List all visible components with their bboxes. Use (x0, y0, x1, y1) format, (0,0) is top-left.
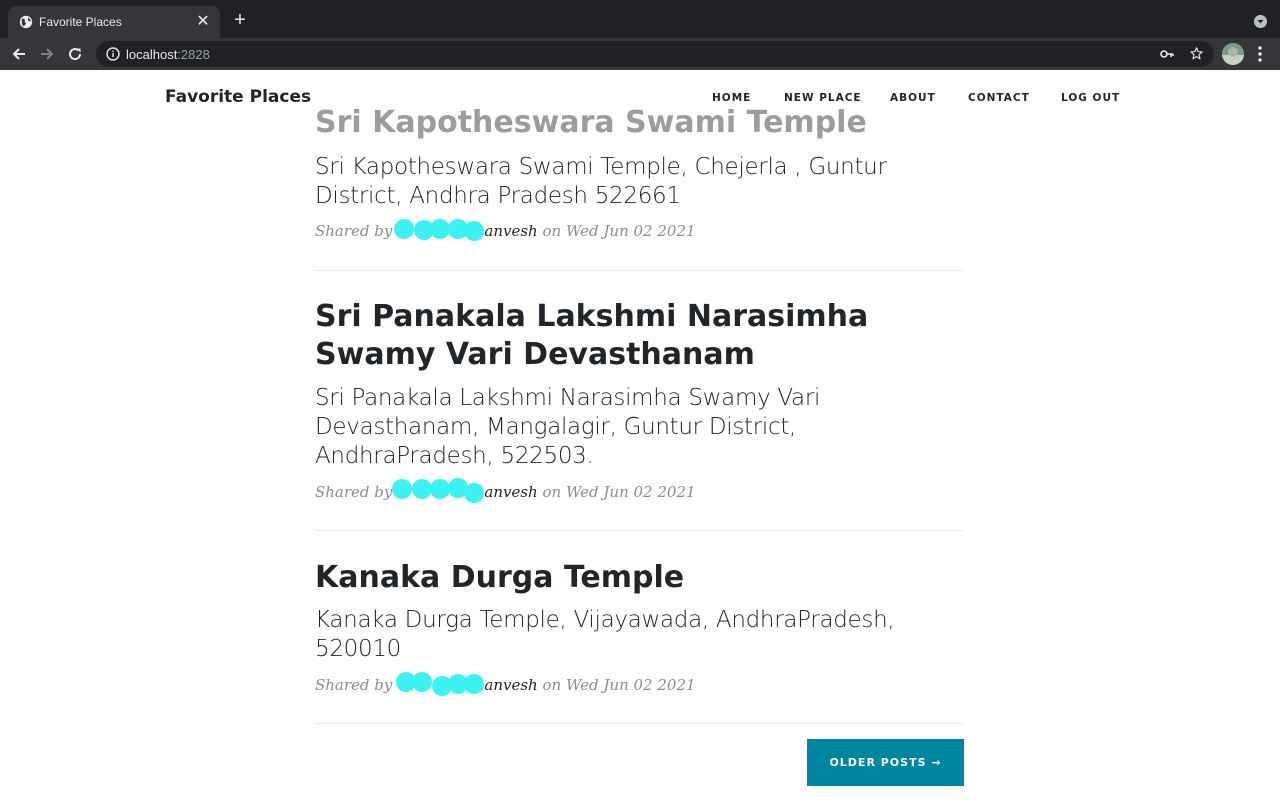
post-title[interactable]: Sri Panakala Lakshmi Narasimha Swamy Var… (315, 298, 875, 374)
profile-avatar[interactable] (1222, 43, 1244, 65)
kebab-menu-icon[interactable] (1252, 45, 1268, 63)
close-icon[interactable]: ✕ (194, 13, 212, 31)
redaction-mark (392, 672, 485, 696)
post-date: Wed Jun 02 2021 (565, 483, 696, 501)
url-text[interactable]: localhost:2828 (126, 47, 210, 62)
plus-icon[interactable]: + (231, 10, 249, 30)
site-navbar: Favorite Places HOME NEW PLACE ABOUT CON… (0, 70, 1280, 130)
info-icon[interactable] (106, 47, 120, 61)
on-label: on (542, 483, 562, 501)
url-port: :2828 (177, 47, 210, 62)
post-subtitle[interactable]: Sri Panakala Lakshmi Narasimha Swamy Var… (315, 384, 915, 471)
on-label: on (542, 222, 562, 240)
avatar-image (1222, 43, 1244, 65)
nav-link-new-place[interactable]: NEW PLACE (784, 92, 862, 104)
post-author[interactable]: anvesh (484, 676, 537, 694)
post-date: Wed Jun 02 2021 (565, 676, 696, 694)
post-subtitle[interactable]: Kanaka Durga Temple, Vijayawada, AndhraP… (315, 606, 895, 664)
post-title[interactable]: Kanaka Durga Temple (315, 559, 875, 597)
url-host: localhost (126, 47, 178, 62)
redaction-mark (392, 478, 485, 503)
forward-arrow-icon[interactable] (37, 44, 57, 64)
nav-link-log-out[interactable]: LOG OUT (1061, 92, 1120, 104)
nav-link-contact[interactable]: CONTACT (968, 92, 1030, 104)
post-divider (315, 270, 964, 271)
redaction-mark (392, 219, 485, 241)
browser-tabstrip: Favorite Places ✕ + (0, 0, 1280, 38)
on-label: on (542, 676, 562, 694)
browser-tab[interactable]: Favorite Places ✕ (8, 6, 220, 38)
nav-link-about[interactable]: ABOUT (890, 92, 936, 104)
post-meta: Shared by anvesh on Wed Jun 02 2021 (315, 672, 696, 696)
nav-link-home[interactable]: HOME (712, 92, 751, 104)
site-brand[interactable]: Favorite Places (165, 87, 311, 107)
key-icon[interactable] (1160, 47, 1174, 61)
tab-search-icon[interactable] (1254, 15, 1267, 28)
address-bar[interactable]: localhost:2828 (96, 41, 1214, 67)
post-divider (315, 530, 964, 531)
back-arrow-icon[interactable] (9, 44, 29, 64)
tab-title: Favorite Places (39, 15, 122, 29)
browser-toolbar: localhost:2828 (0, 38, 1280, 70)
globe-icon (19, 15, 33, 29)
post-divider (315, 723, 964, 724)
shared-by-label: Shared by (315, 676, 393, 694)
star-icon[interactable] (1189, 46, 1204, 61)
shared-by-label: Shared by (315, 222, 393, 240)
post-author[interactable]: anvesh (484, 483, 537, 501)
post-date: Wed Jun 02 2021 (565, 222, 696, 240)
post-subtitle[interactable]: Sri Kapotheswara Swami Temple, Chejerla … (315, 153, 915, 211)
older-posts-button[interactable]: OLDER POSTS → (807, 739, 964, 786)
post-meta: Shared by anvesh on Wed Jun 02 2021 (315, 219, 696, 241)
post-author[interactable]: anvesh (484, 222, 537, 240)
post-meta: Shared by anvesh on Wed Jun 02 2021 (315, 478, 696, 503)
reload-icon[interactable] (65, 44, 85, 64)
shared-by-label: Shared by (315, 483, 393, 501)
